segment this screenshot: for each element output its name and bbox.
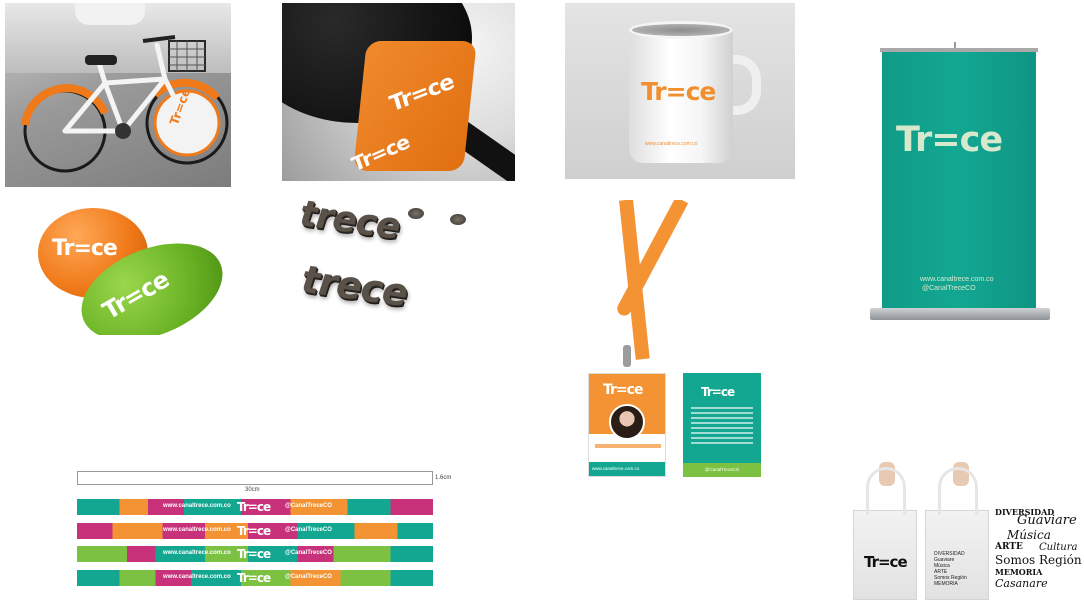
tote-handle [938,467,978,515]
lanyard-clip [623,345,631,367]
banner-sheet [882,52,1036,310]
wristband-social: @CanalTreceCO [285,574,332,580]
wristband-width-label: 30cm [245,487,260,493]
banner-base [870,308,1050,320]
pin-button-1 [408,208,424,219]
wristbands-mockup: 30cm 1.6cm www.canaltrece.com.co Tr=ce @… [73,465,458,595]
wristband-logo: Tr=ce [237,571,271,585]
poster-word: Somos Región [995,553,1082,567]
wristband-1: www.canaltrece.com.co Tr=ce @CanalTreceC… [77,499,433,515]
mic-flag-logo-top: Tr=ce [386,69,457,118]
wristband-url: www.canaltrece.com.co [163,574,231,580]
bicycle-mockup: Tr=ce [5,3,231,187]
tote-typography-print: DIVERSIDAD Guaviare Música ARTE Somos Re… [934,551,967,587]
poster-word: MEMORIA [995,567,1043,577]
tote-handle [866,467,906,515]
badge-back-logo: Tr=ce [701,385,735,399]
mug-mockup: Tr=ce www.canaltrece.com.co [565,3,795,179]
banner-url: www.canaltrece.com.co [920,276,994,283]
mic-flag: Tr=ce Tr=ce [349,41,477,176]
badge-back: Tr=ce @CanalTreceCO [683,373,761,477]
tote-bags-mockup: Tr=ce DIVERSIDAD Guaviare Música ARTE So… [845,462,1083,600]
wristband-height-label: 1.6cm [435,475,452,481]
poster-word: Casanare [995,577,1048,590]
poster-word: Música [1007,528,1051,542]
mic-flag-logo-side: Tr=ce [348,129,413,177]
mug-logo: Tr=ce [641,77,716,106]
tote-logo: Tr=ce [864,553,908,571]
badge-back-text-lines [691,407,753,447]
badge-back-social: @CanalTreceCO [683,463,761,477]
green-egg-logo: Tr=ce [97,265,174,326]
rollup-banner-mockup: Tr=ce www.canaltrece.com.co @CanalTreceC… [856,40,1056,323]
badge-name-line [595,444,661,448]
wristband-url: www.canaltrece.com.co [163,527,231,533]
wristband-url: www.canaltrece.com.co [163,503,231,509]
wristband-4: www.canaltrece.com.co Tr=ce @CanalTreceC… [77,570,433,586]
typography-poster: DIVERSIDAD Guaviare Música ARTE Cultura … [995,507,1083,600]
badge-front: Tr=ce www.canaltrece.com.co [588,373,666,477]
wristband-2: www.canaltrece.com.co Tr=ce @CanalTreceC… [77,523,433,539]
mug-small-text: www.canaltrece.com.co [645,141,698,147]
microphone-flag-mockup: Tr=ce Tr=ce [282,3,515,181]
wristband-logo: Tr=ce [237,500,271,514]
wristband-social: @CanalTreceCO [285,527,332,533]
pin-logo-top: trece [298,198,407,248]
wristband-logo: Tr=ce [237,524,271,538]
wristband-3: www.canaltrece.com.co Tr=ce @CanalTreceC… [77,546,433,562]
tote-bag-typography: DIVERSIDAD Guaviare Música ARTE Somos Re… [925,467,989,600]
bicycle-illustration: Tr=ce [21,35,229,173]
tote-bag-logo: Tr=ce [853,467,917,600]
poster-word: Cultura [1039,542,1078,553]
lanyard-badge-mockup: Tr=ce www.canaltrece.com.co Tr=ce @Canal… [585,200,763,478]
banner-social: @CanalTreceCO [922,285,976,292]
mug-rim [629,21,733,39]
banner-logo: Tr=ce [896,120,1003,160]
wristband-size-guide [77,471,433,485]
wristband-url: www.canaltrece.com.co [163,550,231,556]
pin-logo-bottom: trece [298,257,415,315]
badge-photo-avatar [609,404,645,440]
orange-egg-logo: Tr=ce [52,236,118,261]
stress-eggs-mockup: Tr=ce Tr=ce [30,205,230,335]
pin-button-2 [450,214,466,225]
poster-word: Guaviare [1017,513,1077,528]
badge-front-logo: Tr=ce [603,382,643,398]
wristband-logo: Tr=ce [237,547,271,561]
badge-front-footer: www.canaltrece.com.co [589,462,665,476]
wristband-social: @CanalTreceCO [285,550,332,556]
metal-pins-mockup: trece trece [298,198,483,328]
wristband-social: @CanalTreceCO [285,503,332,509]
